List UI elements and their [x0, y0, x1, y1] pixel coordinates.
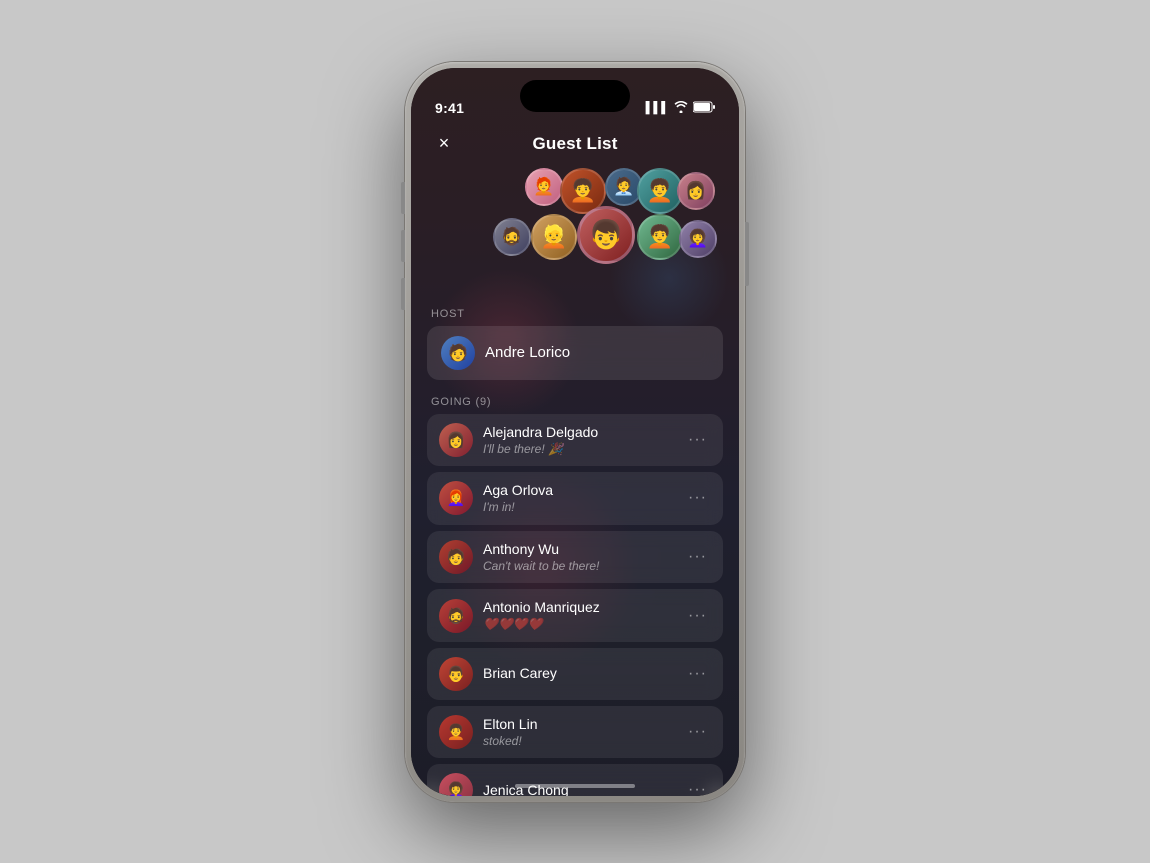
- main-content: HOST 🧑 Andre Lorico GOING (9) 👩 Alejandra…: [411, 308, 739, 796]
- guest-status: Can't wait to be there!: [483, 559, 674, 575]
- guest-name: Brian Carey: [483, 665, 557, 681]
- guest-name: Alejandra Delgado: [483, 424, 598, 440]
- silent-switch[interactable]: [401, 278, 405, 310]
- close-button[interactable]: ×: [429, 129, 459, 159]
- dynamic-island: [520, 80, 630, 112]
- phone-frame: 9:41 ▌▌▌: [405, 62, 745, 802]
- guest-status: I'll be there! 🎉: [483, 442, 674, 458]
- guest-info: Alejandra Delgado I'll be there! 🎉: [483, 423, 674, 458]
- guest-avatar: 👩‍🦰: [439, 481, 473, 515]
- status-icons: ▌▌▌: [646, 101, 715, 116]
- guest-more-button[interactable]: ···: [684, 719, 711, 745]
- going-section-label: GOING (9): [427, 396, 723, 408]
- guest-avatar: 👩‍🦱: [439, 773, 473, 795]
- guest-avatar: 👩: [439, 423, 473, 457]
- battery-icon: [693, 101, 715, 116]
- guest-avatar: 🧔: [439, 599, 473, 633]
- avatar-bubble: 🧔: [493, 218, 531, 256]
- avatar-bubble: 👱: [531, 214, 577, 260]
- guest-more-button[interactable]: ···: [684, 777, 711, 795]
- guest-more-button[interactable]: ···: [684, 427, 711, 453]
- wifi-icon: [674, 101, 688, 116]
- guest-avatar: 🧑‍🦱: [439, 715, 473, 749]
- guest-info: Aga Orlova I'm in!: [483, 481, 674, 516]
- avatar-bubble: 👩: [677, 172, 715, 210]
- guest-row: 👨 Brian Carey ···: [427, 648, 723, 700]
- guest-more-button[interactable]: ···: [684, 661, 711, 687]
- guest-info: Brian Carey: [483, 664, 674, 683]
- volume-down-button[interactable]: [401, 182, 405, 214]
- guest-status: stoked!: [483, 734, 674, 750]
- phone-screen: 9:41 ▌▌▌: [411, 68, 739, 796]
- guest-status: I'm in!: [483, 500, 674, 516]
- screen-background: 9:41 ▌▌▌: [411, 68, 739, 796]
- host-section-label: HOST: [427, 308, 723, 320]
- guest-row: 👩‍🦰 Aga Orlova I'm in! ···: [427, 472, 723, 525]
- guest-list: 👩Alejandra DelgadoI'll be there! 🎉···👩‍🦰…: [427, 414, 723, 796]
- guest-avatar: 🧑: [439, 540, 473, 574]
- avatar-bubble: 🧑‍🦰: [525, 168, 563, 206]
- home-indicator: [515, 784, 635, 788]
- signal-icon: ▌▌▌: [646, 102, 669, 114]
- guest-name: Anthony Wu: [483, 541, 559, 557]
- host-avatar: 🧑: [441, 336, 475, 370]
- guest-name: Elton Lin: [483, 716, 537, 732]
- nav-bar: × Guest List: [411, 122, 739, 166]
- guest-info: Anthony Wu Can't wait to be there!: [483, 540, 674, 575]
- guest-row: 🧑 Anthony Wu Can't wait to be there! ···: [427, 531, 723, 584]
- avatar-cluster: 🧑‍🦰 🧑‍🦱 🧑‍💼 🧑‍🦱 👩 🧔 👱 👦 🧑‍🦱 👩‍🦱: [445, 168, 705, 298]
- guest-row: 👩 Alejandra Delgado I'll be there! 🎉 ···: [427, 414, 723, 467]
- guest-name: Antonio Manriquez: [483, 599, 600, 615]
- nav-title: Guest List: [532, 134, 617, 154]
- status-time: 9:41: [435, 100, 464, 116]
- avatar-bubble: 👩‍🦱: [679, 220, 717, 258]
- avatar-bubble: 🧑‍🦱: [637, 214, 683, 260]
- guest-status: ❤️❤️❤️❤️: [483, 617, 674, 633]
- guest-row: 🧔 Antonio Manriquez ❤️❤️❤️❤️ ···: [427, 589, 723, 642]
- guest-row: 🧑‍🦱 Elton Lin stoked! ···: [427, 706, 723, 759]
- host-row: 🧑 Andre Lorico: [427, 326, 723, 380]
- guest-row: 👩‍🦱Jenica Chong···: [427, 764, 723, 795]
- volume-up-button[interactable]: [401, 230, 405, 262]
- host-name: Andre Lorico: [485, 344, 570, 361]
- guest-more-button[interactable]: ···: [684, 603, 711, 629]
- guest-avatar: 👨: [439, 657, 473, 691]
- avatar-bubble-featured: 👦: [577, 206, 635, 264]
- power-button[interactable]: [745, 222, 749, 286]
- guest-info: Antonio Manriquez ❤️❤️❤️❤️: [483, 598, 674, 633]
- guest-name: Aga Orlova: [483, 482, 553, 498]
- guest-more-button[interactable]: ···: [684, 485, 711, 511]
- guest-more-button[interactable]: ···: [684, 544, 711, 570]
- guest-info: Elton Lin stoked!: [483, 715, 674, 750]
